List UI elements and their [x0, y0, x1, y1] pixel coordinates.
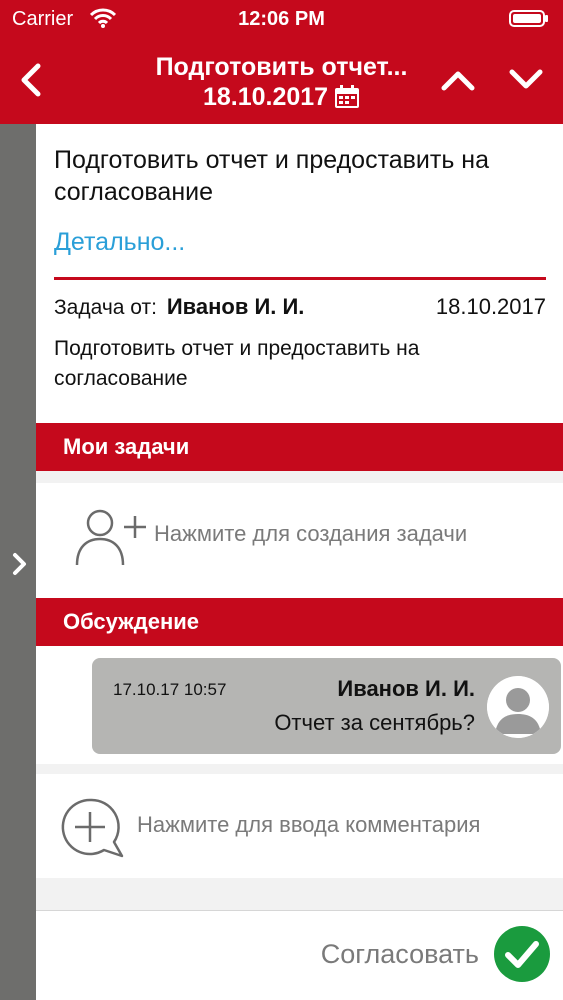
message-bubble[interactable]: 17.10.17 10:57 Иванов И. И. Отчет за сен…	[92, 658, 561, 754]
nav-title: Подготовить отчет... 18.10.2017	[100, 52, 463, 112]
create-task-button[interactable]: Нажмите для создания задачи	[36, 483, 563, 595]
task-title: Подготовить отчет и предоставить на согл…	[54, 146, 490, 206]
separator	[36, 764, 563, 774]
task-from-name: Иванов И. И.	[166, 294, 305, 319]
chevron-up-icon	[441, 71, 475, 91]
status-time: 12:06 PM	[238, 8, 325, 30]
task-content: Подготовить отчет и предоставить на согл…	[36, 124, 563, 1000]
previous-task-button[interactable]	[436, 60, 480, 100]
back-chevron-icon	[21, 63, 41, 97]
side-panel-toggle[interactable]	[0, 124, 36, 1000]
next-task-button[interactable]	[504, 60, 548, 100]
expand-chevron-icon	[13, 553, 26, 575]
discussion-header: Обсуждение	[36, 598, 563, 646]
status-bar: Carrier 12:06 PM	[0, 0, 563, 38]
message-text: Отчет за сентябрь?	[274, 710, 475, 735]
divider	[54, 277, 546, 280]
separator	[36, 878, 563, 910]
add-comment-icon	[61, 798, 124, 858]
add-person-icon	[75, 509, 146, 566]
header: Carrier 12:06 PM Подготовить отчет... 18…	[0, 0, 563, 124]
my-tasks-title: Мои задачи	[63, 434, 190, 459]
details-link[interactable]: Детально...	[54, 228, 185, 257]
task-from-row: Задача от: Иванов И. И. 18.10.2017	[54, 292, 546, 323]
approve-button[interactable]: Согласовать	[36, 911, 563, 1000]
message-author: Иванов И. И.	[337, 676, 475, 701]
discussion-title: Обсуждение	[63, 609, 199, 634]
task-description: Подготовить отчет и предоставить на согл…	[54, 337, 420, 390]
back-button[interactable]	[14, 60, 48, 100]
approve-label: Согласовать	[320, 939, 479, 969]
add-comment-button[interactable]: Нажмите для ввода комментария	[36, 774, 563, 878]
task-from-label: Задача от:	[54, 296, 157, 319]
calendar-icon	[335, 85, 360, 108]
battery-icon	[509, 10, 549, 27]
message-time: 17.10.17 10:57	[113, 680, 227, 699]
chevron-down-icon	[509, 69, 543, 89]
nav-title-text: Подготовить отчет...	[155, 53, 408, 81]
my-tasks-header: Мои задачи	[36, 423, 563, 471]
nav-date: 18.10.2017	[202, 83, 329, 111]
create-task-hint: Нажмите для создания задачи	[154, 521, 468, 546]
avatar-icon	[487, 676, 549, 738]
task-from-date: 18.10.2017	[435, 294, 546, 319]
check-circle-icon	[494, 926, 550, 982]
nav-date-picker[interactable]: 18.10.2017	[203, 82, 360, 112]
add-comment-hint: Нажмите для ввода комментария	[137, 812, 481, 837]
separator	[36, 471, 563, 483]
